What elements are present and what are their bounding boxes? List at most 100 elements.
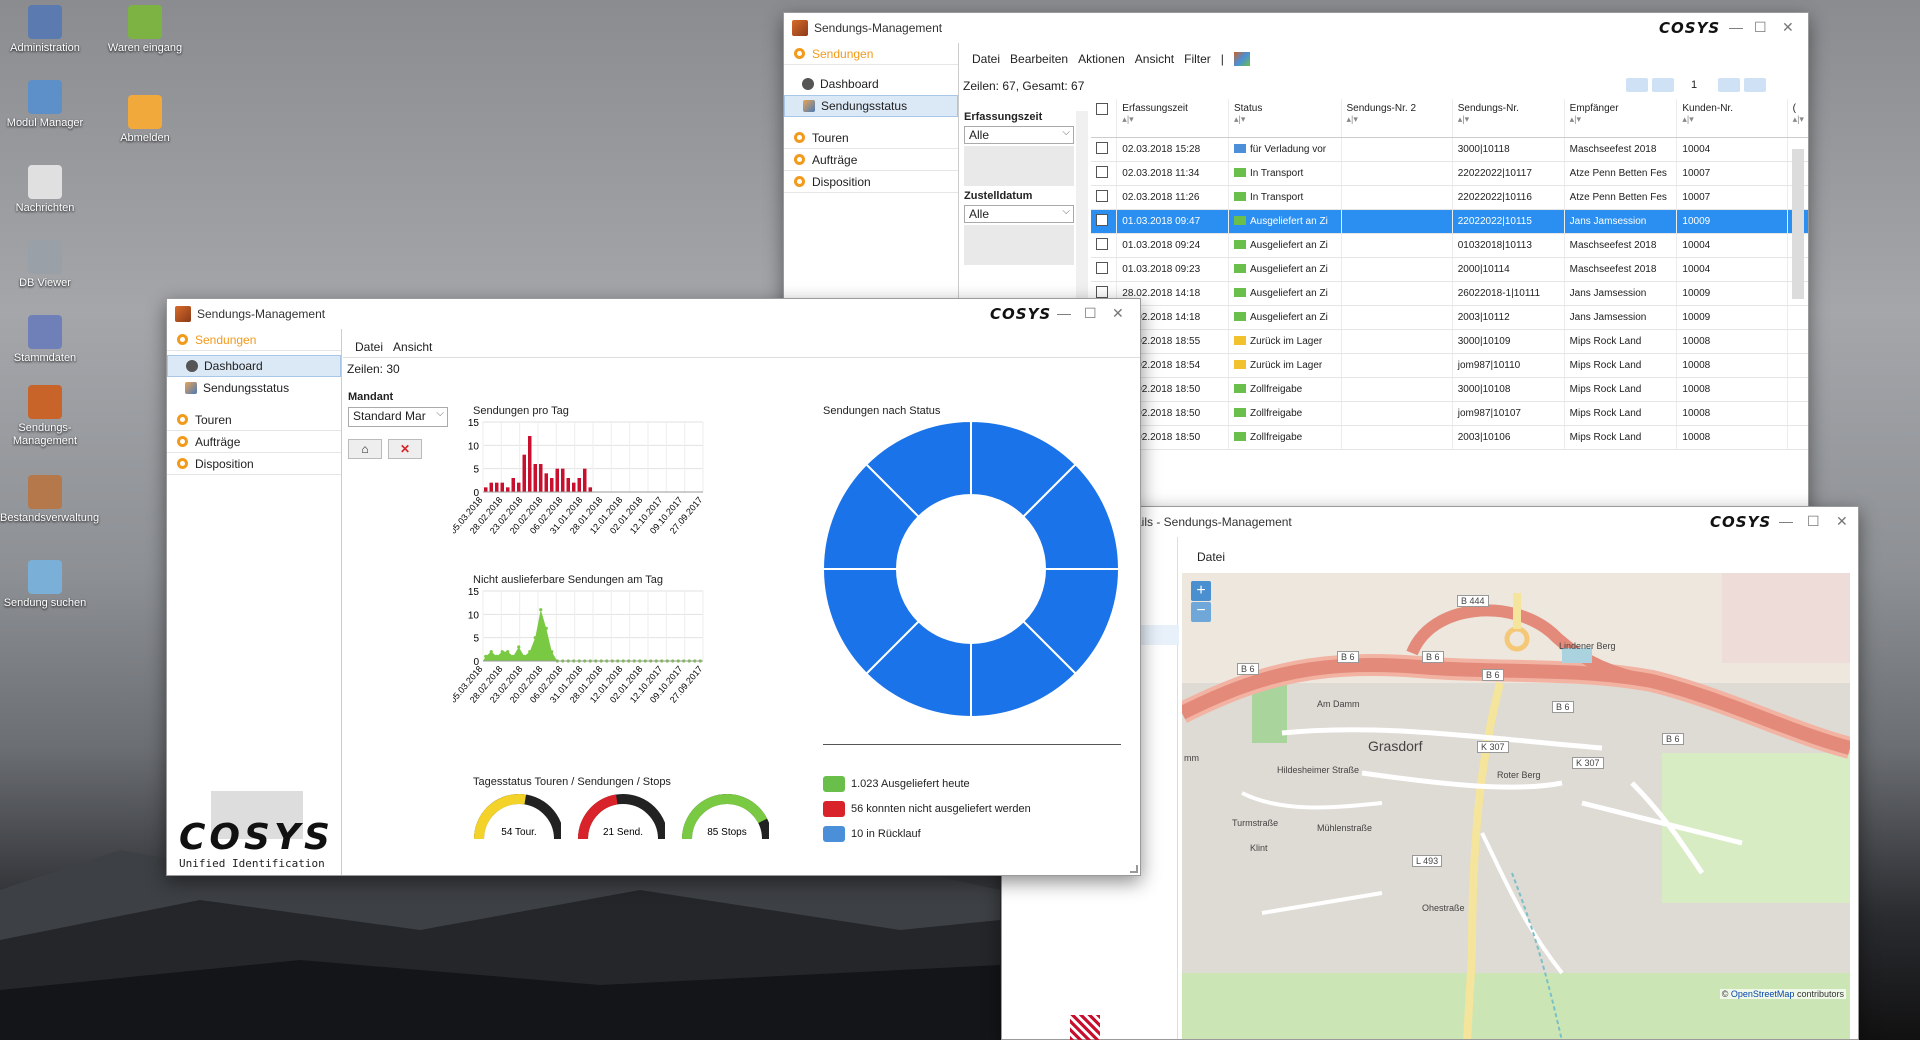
zustelldatum-select[interactable]: Alle	[964, 205, 1074, 223]
nav-disposition[interactable]: Disposition	[784, 171, 958, 193]
select-all-cell[interactable]	[1091, 99, 1118, 138]
desktop-icon[interactable]: Waren eingang	[100, 5, 190, 55]
column-header[interactable]: Erfassungszeit ▴|▾	[1116, 99, 1229, 138]
desktop-icon[interactable]: Sendungs-Management	[0, 385, 90, 448]
sort-icon[interactable]: ▴|▾	[1458, 114, 1559, 125]
resize-grip[interactable]	[1130, 865, 1138, 873]
nav-auftraege[interactable]: Aufträge	[167, 431, 341, 453]
desktop-icon[interactable]: Sendung suchen	[0, 560, 90, 610]
table-row[interactable]: 28.02.2018 18:50 Zollfreigabe 3000|10108 Mi…	[1091, 377, 1808, 402]
sort-icon[interactable]: ▴|▾	[1234, 114, 1336, 125]
table-row[interactable]: 02.03.2018 11:26 In Transport 22022022|101…	[1091, 185, 1808, 210]
minimize-icon[interactable]: —	[1057, 305, 1071, 321]
menu-ansicht[interactable]: Ansicht	[1135, 52, 1174, 66]
column-header[interactable]: Empfänger ▴|▾	[1564, 99, 1678, 138]
nav-dashboard[interactable]: Dashboard	[167, 355, 341, 377]
nav-disposition[interactable]: Disposition	[167, 453, 341, 475]
palette-icon[interactable]	[1233, 52, 1250, 66]
minimize-icon[interactable]: —	[1729, 19, 1743, 35]
row-select-cell[interactable]	[1091, 161, 1118, 186]
maximize-icon[interactable]: ☐	[1807, 513, 1820, 530]
row-checkbox[interactable]	[1096, 165, 1108, 178]
desktop-icon[interactable]: DB Viewer	[0, 240, 90, 290]
column-header[interactable]: Sendungs-Nr. 2 ▴|▾	[1341, 99, 1453, 138]
table-row[interactable]: 01.03.2018 09:24 Ausgeliefert an Zi 010320…	[1091, 233, 1808, 258]
row-select-cell[interactable]	[1091, 233, 1118, 258]
minimize-icon[interactable]: —	[1779, 513, 1793, 529]
close-icon[interactable]: ✕	[1836, 513, 1848, 530]
sort-icon[interactable]: ▴|▾	[1122, 114, 1223, 125]
menu-bearbeiten[interactable]: Bearbeiten	[1010, 52, 1068, 66]
page-number[interactable]: 1	[1674, 79, 1714, 91]
row-checkbox[interactable]	[1096, 261, 1108, 274]
row-checkbox[interactable]	[1096, 189, 1108, 202]
row-select-cell[interactable]	[1091, 257, 1118, 282]
sendungs-nr2-cell	[1341, 401, 1453, 426]
table-row[interactable]: 02.03.2018 15:28 für Verladung vor 3000|10…	[1091, 137, 1808, 162]
sort-icon[interactable]: ▴|▾	[1570, 114, 1672, 125]
nav-sendungsstatus[interactable]: Sendungsstatus	[167, 377, 341, 399]
menu-aktionen[interactable]: Aktionen	[1078, 52, 1125, 66]
osm-link[interactable]: OpenStreetMap	[1731, 989, 1795, 999]
close-icon[interactable]: ✕	[1782, 19, 1794, 36]
zoom-in-button[interactable]: +	[1191, 581, 1211, 601]
table-row[interactable]: 02.03.2018 11:34 In Transport 22022022|101…	[1091, 161, 1808, 186]
menu-datei[interactable]: Datei	[1197, 550, 1225, 564]
nav-sendungsstatus[interactable]: Sendungsstatus	[784, 95, 958, 117]
maximize-icon[interactable]: ☐	[1754, 19, 1767, 36]
desktop-icon[interactable]: Bestandsverwaltung	[0, 475, 99, 525]
mandant-select[interactable]: Standard Mar	[348, 407, 448, 427]
row-select-cell[interactable]	[1091, 209, 1118, 234]
last-page-icon[interactable]	[1744, 78, 1766, 92]
table-row[interactable]: 28.02.2018 18:54 Zurück im Lager jom987|10…	[1091, 353, 1808, 378]
desktop-icon[interactable]: Stammdaten	[0, 315, 90, 365]
zoom-out-button[interactable]: −	[1191, 602, 1211, 622]
table-row[interactable]: 28.02.2018 18:50 Zollfreigabe jom987|10107…	[1091, 401, 1808, 426]
nav-auftraege[interactable]: Aufträge	[784, 149, 958, 171]
menu-datei[interactable]: Datei	[972, 52, 1000, 66]
nav-sendungen[interactable]: Sendungen	[167, 329, 341, 351]
desktop-icon[interactable]: Nachrichten	[0, 165, 90, 215]
sort-icon[interactable]: ▴|▾	[1682, 114, 1781, 125]
sort-icon[interactable]: ▴|▾	[1793, 114, 1804, 125]
map-view[interactable]: B 444 B 6 B 6 B 6 B 6 B 6 B 6 Lindener Berg Am D…	[1182, 573, 1850, 1039]
maximize-icon[interactable]: ☐	[1084, 305, 1097, 322]
expand-icon	[794, 154, 805, 165]
menu-ansicht[interactable]: Ansicht	[393, 340, 432, 354]
close-icon[interactable]: ✕	[1112, 305, 1124, 322]
next-page-icon[interactable]	[1718, 78, 1740, 92]
row-select-cell[interactable]	[1091, 137, 1118, 162]
nav-sendungen[interactable]: Sendungen	[784, 43, 958, 65]
row-checkbox[interactable]	[1096, 213, 1108, 226]
column-header[interactable]: (▴|▾	[1787, 99, 1808, 138]
prev-page-icon[interactable]	[1652, 78, 1674, 92]
menu-datei[interactable]: Datei	[355, 340, 383, 354]
table-row[interactable]: 28.02.2018 14:18 Ausgeliefert an Zi 260220…	[1091, 281, 1808, 306]
nav-dashboard[interactable]: Dashboard	[784, 73, 958, 95]
column-header[interactable]: Kunden-Nr. ▴|▾	[1676, 99, 1788, 138]
column-header[interactable]: Status ▴|▾	[1228, 99, 1342, 138]
column-header[interactable]: Sendungs-Nr. ▴|▾	[1452, 99, 1565, 138]
table-row[interactable]: 28.02.2018 14:18 Ausgeliefert an Zi 2003|1…	[1091, 305, 1808, 330]
binoculars-icon[interactable]: ⌂	[348, 439, 382, 459]
erfassungszeit-select[interactable]: Alle	[964, 126, 1074, 144]
sort-icon[interactable]: ▴|▾	[1347, 114, 1447, 125]
nav-touren[interactable]: Touren	[784, 127, 958, 149]
row-checkbox[interactable]	[1096, 141, 1108, 154]
table-scrollbar[interactable]	[1792, 149, 1804, 299]
nav-touren[interactable]: Touren	[167, 409, 341, 431]
row-select-cell[interactable]	[1091, 185, 1118, 210]
table-row[interactable]: 01.03.2018 09:47 Ausgeliefert an Zi 220220…	[1091, 209, 1808, 234]
desktop-icon[interactable]: Modul Manager	[0, 80, 90, 130]
table-row[interactable]: 28.02.2018 18:50 Zollfreigabe 2003|10106 Mi…	[1091, 425, 1808, 450]
first-page-icon[interactable]	[1626, 78, 1648, 92]
row-checkbox[interactable]	[1096, 237, 1108, 250]
select-all-checkbox[interactable]	[1096, 103, 1108, 115]
table-row[interactable]: 01.03.2018 09:23 Ausgeliefert an Zi 2000|1…	[1091, 257, 1808, 282]
desktop-icon[interactable]: Abmelden	[100, 95, 190, 145]
desktop-icon[interactable]: Administration	[0, 5, 90, 55]
clear-filter-icon[interactable]: ✕	[388, 439, 422, 459]
row-checkbox[interactable]	[1096, 285, 1108, 298]
table-row[interactable]: 28.02.2018 18:55 Zurück im Lager 3000|1010…	[1091, 329, 1808, 354]
menu-filter[interactable]: Filter	[1184, 52, 1211, 66]
